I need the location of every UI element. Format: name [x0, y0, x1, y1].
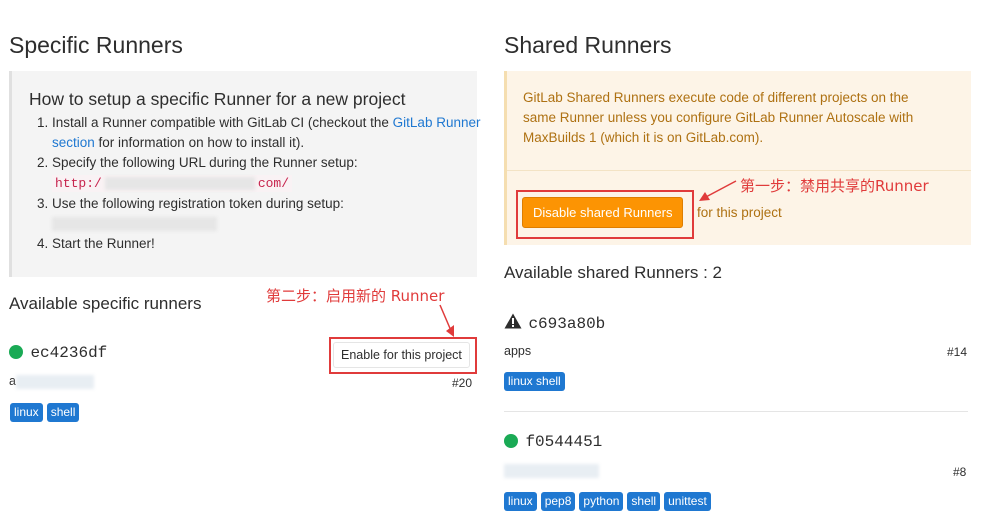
specific-runners-title: Specific Runners [9, 32, 183, 58]
tag-badge: linux [504, 492, 537, 511]
tag-badge: shell [46, 403, 80, 422]
redacted-description [15, 374, 94, 389]
setup-step-4: Start the Runner! [52, 234, 492, 254]
tag-badge: pep8 [540, 492, 576, 511]
for-this-project-label: for this project [697, 205, 782, 220]
runner-url: http:/com/ [52, 175, 293, 192]
runner-description: a [9, 374, 94, 389]
tag-badge: linux shell [504, 372, 565, 391]
shared-runners-warning-text: GitLab Shared Runners execute code of di… [523, 90, 914, 145]
setup-instructions-box: How to setup a specific Runner for a new… [9, 71, 480, 277]
runner-description [504, 463, 599, 478]
annotation-arrow-down-icon [439, 304, 454, 337]
online-status-icon [9, 345, 23, 359]
shared-runner-item: c693a80b [504, 313, 605, 333]
runner-description: apps [504, 344, 532, 358]
runner-id[interactable]: f0544451 [525, 433, 602, 451]
warning-icon [504, 313, 522, 329]
annotation-step-2: 第二步：启用新的 Runner [266, 287, 445, 305]
runner-number: #14 [947, 345, 968, 359]
enable-runner-button[interactable]: Enable for this project [333, 342, 470, 368]
available-shared-runners-title: Available shared Runners : 2 [504, 263, 722, 282]
specific-runner-item: ec4236df [9, 344, 107, 362]
setup-step-2: Specify the following URL during the Run… [52, 153, 492, 194]
setup-step-3: Use the following registration token dur… [52, 194, 492, 234]
runner-tags: linux shell [10, 403, 80, 422]
shared-runner-item: f0544451 [504, 433, 602, 451]
setup-step-1: Install a Runner compatible with GitLab … [52, 113, 492, 153]
setup-title: How to setup a specific Runner for a new… [29, 89, 406, 109]
online-status-icon [504, 434, 518, 448]
warning-divider [507, 170, 971, 171]
shared-runners-title: Shared Runners [504, 32, 672, 58]
disable-shared-runners-button[interactable]: Disable shared Runners [522, 197, 684, 228]
available-specific-runners-title: Available specific runners [9, 294, 202, 313]
tag-badge: shell [627, 492, 661, 511]
runner-number: #20 [452, 376, 473, 390]
tag-badge: unittest [664, 492, 711, 511]
runner-divider [504, 411, 968, 412]
annotation-step-1: 第一步：禁用共享的Runner [740, 177, 929, 195]
redacted-host [104, 177, 255, 191]
runner-number: #8 [953, 465, 967, 479]
annotation-arrow-left-icon [699, 180, 737, 201]
setup-steps: Install a Runner compatible with GitLab … [12, 113, 492, 254]
redacted-description [504, 463, 599, 478]
tag-badge: python [579, 492, 624, 511]
runner-id[interactable]: c693a80b [528, 315, 605, 333]
runner-tags: linux shell [504, 372, 565, 391]
runner-id[interactable]: ec4236df [30, 344, 107, 362]
tag-badge: linux [10, 403, 43, 422]
redacted-token [52, 217, 217, 232]
runner-tags: linux pep8 python shell unittest [504, 492, 711, 511]
